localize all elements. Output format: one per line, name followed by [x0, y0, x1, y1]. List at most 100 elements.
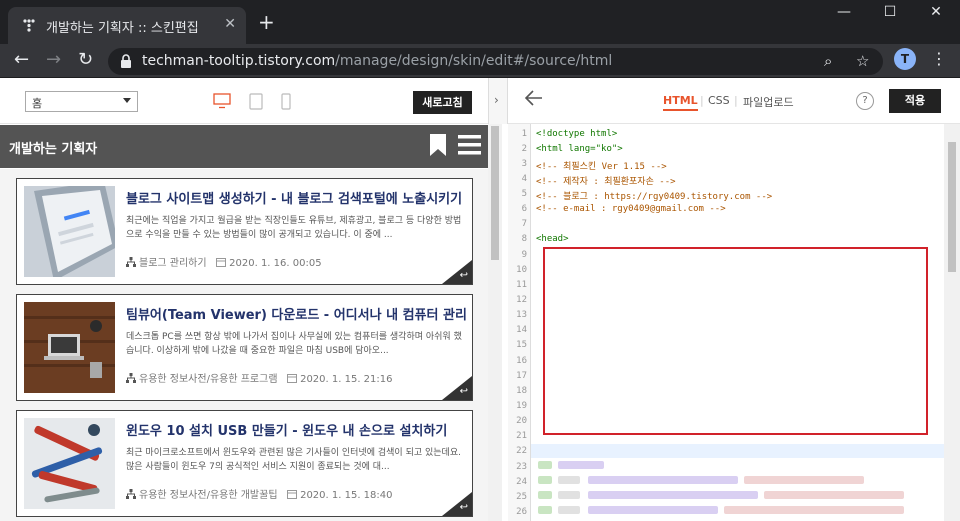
blog-title[interactable]: 개발하는 기획자: [9, 138, 97, 157]
line-number: 6: [521, 204, 527, 214]
mobile-view-icon[interactable]: [281, 93, 291, 110]
line-number: 16: [516, 356, 527, 366]
blurred-code: [538, 506, 552, 514]
code-line: <html lang="ko">: [536, 144, 623, 154]
post-thumbnail: [24, 302, 115, 393]
blurred-code: [558, 461, 604, 469]
blurred-code: [764, 491, 904, 499]
help-button[interactable]: ?: [856, 92, 874, 110]
tab-title: 개발하는 기획자 :: 스킨편집: [46, 21, 199, 36]
line-number: 24: [516, 477, 527, 487]
back-arrow-icon[interactable]: [524, 88, 544, 108]
tab-file-upload[interactable]: 파일업로드: [743, 94, 794, 110]
blurred-code: [724, 506, 904, 514]
post-card[interactable]: 윈도우 10 설치 USB 만들기 - 윈도우 내 손으로 설치하기 최근 마이…: [16, 410, 473, 517]
reload-icon[interactable]: ↻: [78, 50, 93, 70]
reply-icon[interactable]: ↩: [460, 270, 468, 281]
line-number: 8: [521, 234, 527, 244]
browser-tabbar: 개발하는 기획자 :: 스킨편집 ✕ + — ☐ ✕: [0, 0, 960, 44]
editor-scrollbar-thumb[interactable]: [948, 142, 956, 272]
page-select[interactable]: 홈: [25, 91, 138, 112]
post-excerpt: 최근 마이크로소프트에서 윈도우와 관련된 많은 기사들이 인터넷에 검색이 되…: [126, 448, 461, 472]
chevron-down-icon: [123, 98, 131, 103]
code-line: <!doctype html>: [536, 129, 618, 139]
post-date: 2020. 1. 16. 00:05: [229, 258, 322, 269]
line-number: 25: [516, 492, 527, 502]
tab-css[interactable]: CSS: [708, 94, 730, 107]
editor-scrollbar[interactable]: [944, 124, 960, 521]
chevron-right-icon: ›: [494, 93, 499, 107]
calendar-icon: [287, 374, 298, 383]
category-icon: [126, 489, 136, 499]
maximize-icon[interactable]: ☐: [868, 4, 912, 26]
preview-scrollbar[interactable]: [488, 124, 502, 521]
pane-collapse-toggle[interactable]: ›: [488, 78, 508, 124]
blurred-code: [558, 506, 580, 514]
refresh-button[interactable]: 새로고침: [413, 91, 472, 114]
code-line: <!-- 블로그 : https://rgy0409.tistory.com -…: [536, 192, 773, 202]
calendar-icon: [216, 258, 227, 267]
window-close-icon[interactable]: ✕: [914, 4, 958, 26]
line-number: 17: [516, 371, 527, 381]
post-title[interactable]: 윈도우 10 설치 USB 만들기 - 윈도우 내 손으로 설치하기: [126, 420, 466, 439]
category-icon: [126, 257, 136, 267]
hamburger-menu-icon[interactable]: [458, 135, 481, 155]
line-number: 15: [516, 340, 527, 350]
address-bar[interactable]: techman-tooltip.tistory.com/manage/desig…: [108, 48, 883, 75]
blog-header: 개발하는 기획자: [0, 125, 488, 168]
post-list: 블로그 사이트맵 생성하기 - 내 블로그 검색포털에 노출시키기 최근에는 직…: [0, 169, 488, 521]
post-card[interactable]: 블로그 사이트맵 생성하기 - 내 블로그 검색포털에 노출시키기 최근에는 직…: [16, 178, 473, 285]
url-host: techman-tooltip.tistory.com: [142, 53, 336, 69]
line-number: 3: [521, 159, 527, 169]
post-category[interactable]: 유용한 정보사전/유용한 프로그램: [139, 374, 278, 385]
desktop-view-icon[interactable]: [213, 93, 231, 109]
reply-icon[interactable]: ↩: [460, 502, 468, 513]
new-tab-icon[interactable]: +: [258, 12, 275, 32]
post-thumbnail: [24, 418, 115, 509]
line-number-gutter: 1 2 3 4 5 6 7 8 9 10 11 12 13 14 15 16 1…: [508, 124, 531, 521]
url-text: techman-tooltip.tistory.com/manage/desig…: [142, 53, 612, 69]
line-number: 4: [521, 174, 527, 184]
calendar-icon: [287, 490, 298, 499]
code-line: <head>: [536, 234, 569, 244]
post-category[interactable]: 유용한 정보사전/유용한 개발꿀팁: [139, 490, 278, 501]
blurred-code: [538, 491, 552, 499]
blurred-code: [588, 491, 758, 499]
code-line: <!-- e-mail : rgy0409@gmail.com -->: [536, 204, 726, 214]
line-number: 1: [521, 129, 527, 139]
category-icon: [126, 373, 136, 383]
star-bookmark-icon[interactable]: ☆: [856, 52, 869, 70]
back-icon[interactable]: ←: [14, 50, 29, 70]
minimize-icon[interactable]: —: [822, 4, 866, 26]
code-line: <!-- 최필스킨 Ver 1.15 -->: [536, 162, 667, 172]
apply-button[interactable]: 적용: [889, 89, 941, 113]
tab-html[interactable]: HTML: [663, 94, 698, 111]
reply-icon[interactable]: ↩: [460, 386, 468, 397]
page-select-value: 홈: [32, 97, 43, 110]
post-meta: 유용한 정보사전/유용한 개발꿀팁 2020. 1. 15. 18:40: [126, 486, 393, 501]
browser-tab[interactable]: 개발하는 기획자 :: 스킨편집 ✕: [8, 7, 246, 44]
zoom-search-icon[interactable]: ⌕: [824, 52, 832, 70]
post-card[interactable]: 팀뷰어(Team Viewer) 다운로드 - 어디서나 내 컴퓨터 관리하기 …: [16, 294, 473, 401]
preview-scrollbar-thumb[interactable]: [491, 126, 499, 260]
active-line-highlight: [508, 444, 944, 458]
blurred-code: [538, 476, 552, 484]
preview-toolbar: 홈 새로고침: [0, 78, 488, 124]
lock-icon: [121, 54, 131, 68]
code-editor[interactable]: 1 2 3 4 5 6 7 8 9 10 11 12 13 14 15 16 1…: [508, 124, 960, 521]
post-category[interactable]: 블로그 관리하기: [139, 258, 207, 269]
line-number: 19: [516, 401, 527, 411]
blurred-code: [588, 476, 738, 484]
post-title[interactable]: 팀뷰어(Team Viewer) 다운로드 - 어디서나 내 컴퓨터 관리하기: [126, 304, 466, 323]
browser-toolbar: ← → ↻ techman-tooltip.tistory.com/manage…: [0, 44, 960, 78]
blurred-code: [588, 506, 718, 514]
forward-icon[interactable]: →: [46, 50, 61, 70]
profile-avatar[interactable]: T: [894, 48, 916, 70]
line-number: 9: [521, 250, 527, 260]
tab-close-icon[interactable]: ✕: [224, 16, 236, 32]
line-number: 10: [516, 265, 527, 275]
browser-menu-icon[interactable]: ⋮: [931, 49, 947, 68]
tablet-view-icon[interactable]: [249, 93, 263, 110]
post-title[interactable]: 블로그 사이트맵 생성하기 - 내 블로그 검색포털에 노출시키기: [126, 188, 466, 207]
bookmark-icon[interactable]: [430, 134, 446, 156]
